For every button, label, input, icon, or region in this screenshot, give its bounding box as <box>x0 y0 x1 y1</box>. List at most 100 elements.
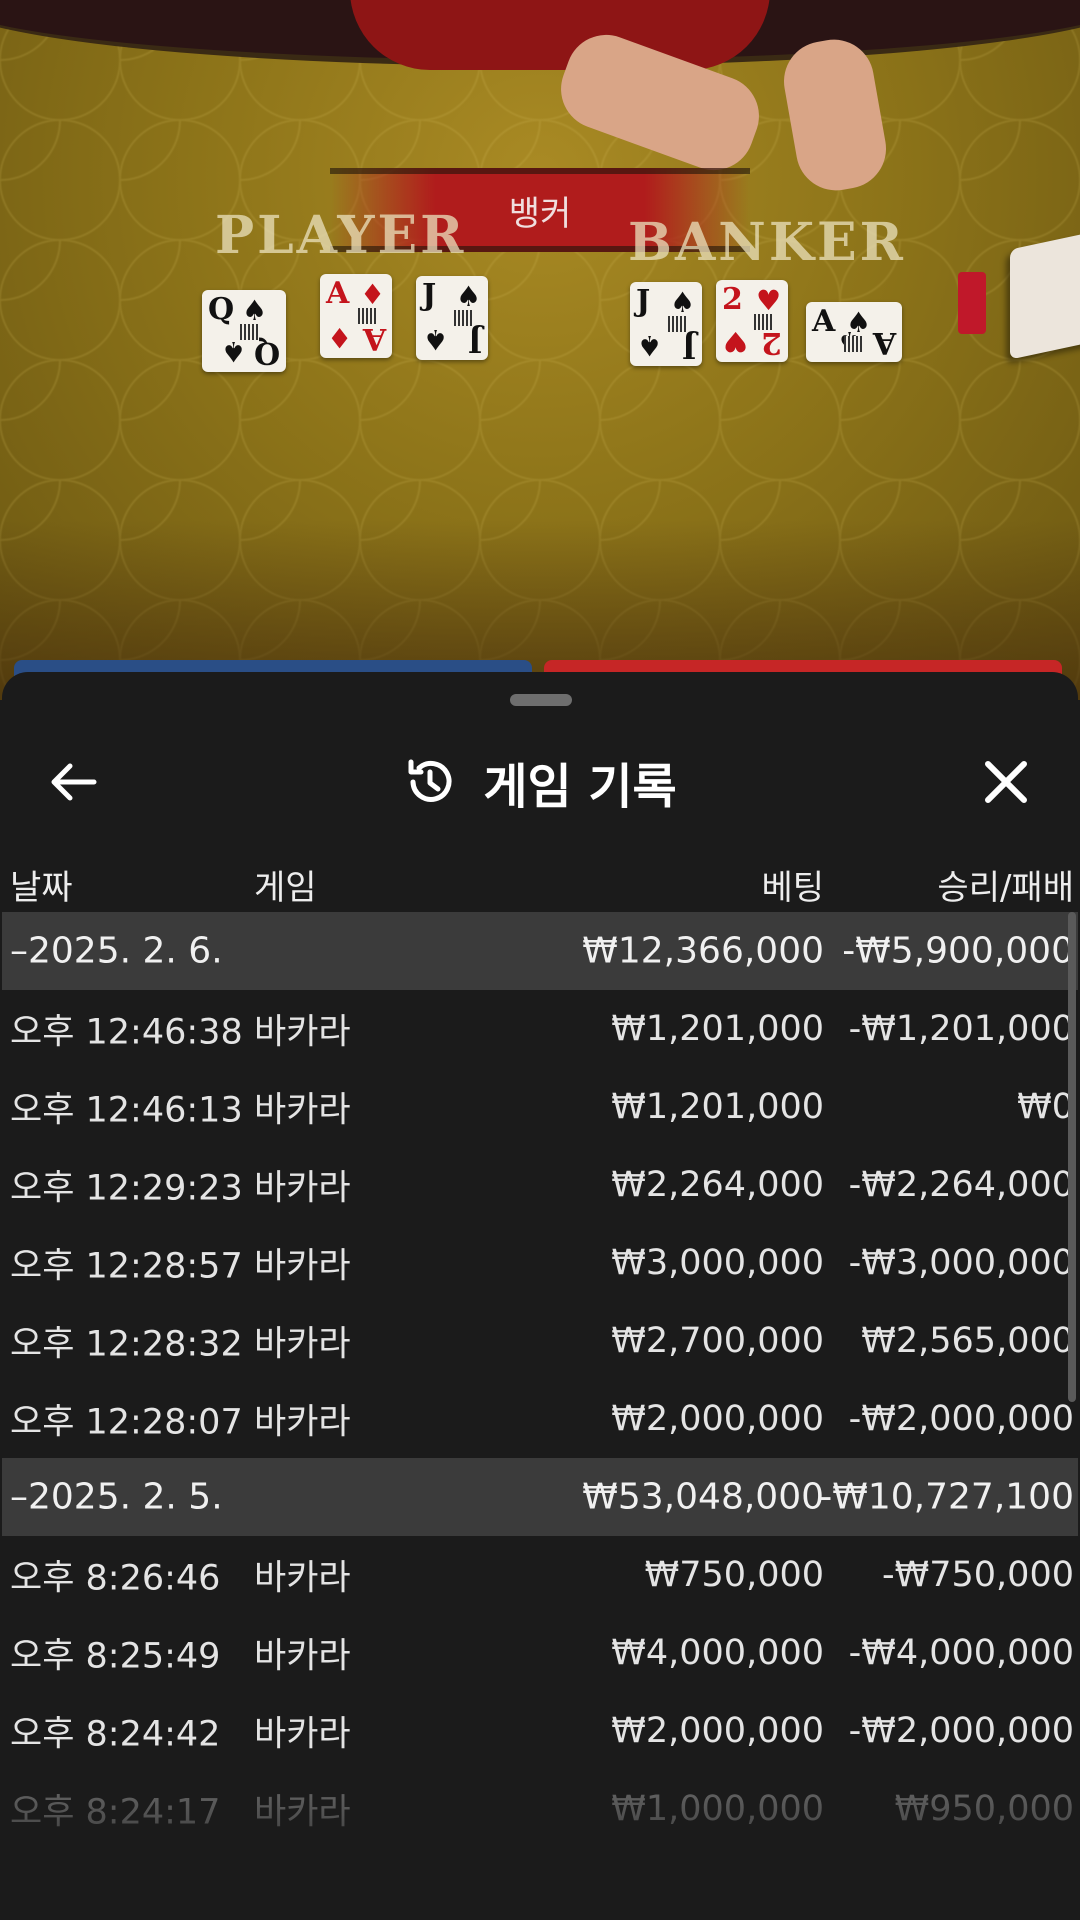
table-row[interactable]: 오후 8:25:49 바카라 ₩4,000,000 -₩4,000,000 <box>2 1614 1078 1692</box>
card-suit: ♦ <box>326 321 352 354</box>
row-game: 바카라 <box>254 1402 351 1443</box>
banker-card-1: J ♠ J ♠ <box>630 282 702 366</box>
table-row[interactable]: 오후 12:46:38 바카라 ₩1,201,000 -₩1,201,000 <box>2 990 1078 1068</box>
history-list[interactable]: –2025. 2. 6. ₩12,366,000 -₩5,900,000 오후 12:… <box>2 912 1078 1848</box>
row-bet: ₩4,000,000 <box>611 1633 824 1673</box>
column-header-date: 날짜 <box>10 868 73 908</box>
card-rank: J <box>422 278 437 313</box>
card-shoe-marker <box>958 272 986 334</box>
history-clock-icon <box>408 759 452 802</box>
table-column-headers: 날짜 게임 베팅 승리/패배 <box>2 860 1078 912</box>
table-row[interactable]: 오후 12:28:07 바카라 ₩2,000,000 -₩2,000,000 <box>2 1380 1078 1458</box>
row-bet: ₩2,000,000 <box>611 1399 824 1439</box>
row-bet: ₩2,000,000 <box>611 1711 824 1751</box>
group-date: –2025. 2. 6. <box>10 930 223 972</box>
row-time: 오후 12:29:23 <box>10 1168 243 1209</box>
card-suit: ♠ <box>636 329 662 362</box>
row-time: 오후 12:28:07 <box>10 1402 243 1443</box>
table-row[interactable]: 오후 12:28:32 바카라 ₩2,700,000 ₩2,565,000 <box>2 1302 1078 1380</box>
card-shoe <box>1010 230 1080 360</box>
player-card-1: Q ♠ Q ♠ <box>202 290 286 372</box>
banker-label: BANKER <box>628 212 906 273</box>
winner-banner-text: 뱅커 <box>508 193 572 234</box>
card-rank: Q <box>253 335 280 370</box>
card-rank: A <box>326 276 350 311</box>
row-result: -₩2,000,000 <box>848 1399 1074 1439</box>
group-result-total: -₩10,727,100 <box>819 1476 1074 1518</box>
dealer <box>350 0 770 70</box>
card-suit: ♠ <box>670 286 696 319</box>
group-bet-total: ₩53,048,000 <box>582 1476 824 1518</box>
group-result-total: -₩5,900,000 <box>842 930 1074 972</box>
row-time: 오후 12:46:38 <box>10 1012 243 1053</box>
sheet-header: 게임 기록 <box>2 732 1078 832</box>
card-suit: ♥ <box>722 325 748 358</box>
card-barcode <box>668 316 686 332</box>
table-row[interactable]: 오후 12:29:23 바카라 ₩2,264,000 -₩2,264,000 <box>2 1146 1078 1224</box>
row-game: 바카라 <box>254 1012 351 1053</box>
card-rank: J <box>467 323 482 358</box>
row-game: 바카라 <box>254 1168 351 1209</box>
row-bet: ₩2,700,000 <box>611 1321 824 1361</box>
banker-card-3: A♠A♠ <box>806 302 902 362</box>
row-time: 오후 12:46:13 <box>10 1090 243 1131</box>
group-date: –2025. 2. 5. <box>10 1476 223 1518</box>
player-card-2: A ♦ A ♦ <box>320 274 392 358</box>
card-barcode <box>240 324 258 340</box>
column-header-bet: 베팅 <box>761 868 824 908</box>
close-button[interactable] <box>974 750 1038 814</box>
row-bet: ₩1,201,000 <box>611 1009 824 1049</box>
close-icon <box>985 761 1027 803</box>
column-header-result: 승리/패배 <box>937 868 1074 908</box>
table-row[interactable]: 오후 12:46:13 바카라 ₩1,201,000 ₩0 <box>2 1068 1078 1146</box>
row-bet: ₩1,201,000 <box>611 1087 824 1127</box>
card-rank: 2 <box>722 282 743 317</box>
row-game: 바카라 <box>254 1324 351 1365</box>
row-result: -₩4,000,000 <box>848 1633 1074 1673</box>
row-time: 오후 8:26:46 <box>10 1558 221 1599</box>
player-label: PLAYER <box>215 205 467 266</box>
row-game: 바카라 <box>254 1246 351 1287</box>
group-bet-total: ₩12,366,000 <box>582 930 824 972</box>
sheet-title-group: 게임 기록 <box>2 750 1078 815</box>
banker-card-2: 2 ♥ 2 ♥ <box>716 280 788 362</box>
card-rank: A <box>812 304 836 339</box>
row-game: 바카라 <box>254 1714 351 1755</box>
card-barcode <box>844 336 862 352</box>
card-rank: Q <box>208 292 235 327</box>
row-time: 오후 12:28:57 <box>10 1246 243 1287</box>
date-group-row[interactable]: –2025. 2. 5. ₩53,048,000 -₩10,727,100 <box>2 1458 1078 1536</box>
card-barcode <box>454 310 472 326</box>
scrollbar[interactable] <box>1068 912 1076 1402</box>
row-game: 바카라 <box>254 1558 351 1599</box>
column-header-game: 게임 <box>254 868 317 908</box>
card-suit: ♠ <box>422 323 448 356</box>
sheet-drag-handle[interactable] <box>510 694 572 706</box>
row-time: 오후 8:25:49 <box>10 1636 221 1677</box>
row-result: -₩3,000,000 <box>848 1243 1074 1283</box>
list-bottom-fade <box>2 1790 1078 1920</box>
table-row[interactable]: 오후 8:24:42 바카라 ₩2,000,000 -₩2,000,000 <box>2 1692 1078 1770</box>
live-table-video: 뱅커 PLAYER BANKER Q ♠ Q ♠ A ♦ A ♦ J ♠ J ♠ J ♠ J ♠ 2 ♥ 2… <box>0 0 1080 700</box>
table-row[interactable]: 오후 8:26:46 바카라 ₩750,000 -₩750,000 <box>2 1536 1078 1614</box>
card-suit: ♥ <box>756 284 782 317</box>
row-game: 바카라 <box>254 1090 351 1131</box>
card-rank: A <box>872 325 896 360</box>
row-result: -₩2,264,000 <box>848 1165 1074 1205</box>
row-result: -₩2,000,000 <box>848 1711 1074 1751</box>
card-barcode <box>754 314 772 330</box>
row-bet: ₩2,264,000 <box>611 1165 824 1205</box>
row-result: -₩1,201,000 <box>848 1009 1074 1049</box>
card-rank: J <box>636 284 651 319</box>
table-row[interactable]: 오후 12:28:57 바카라 ₩3,000,000 -₩3,000,000 <box>2 1224 1078 1302</box>
row-result: ₩0 <box>1017 1087 1074 1127</box>
card-rank: A <box>362 321 386 356</box>
sheet-title: 게임 기록 <box>483 759 677 815</box>
date-group-row[interactable]: –2025. 2. 6. ₩12,366,000 -₩5,900,000 <box>2 912 1078 990</box>
row-result: ₩2,565,000 <box>861 1321 1074 1361</box>
card-suit: ♦ <box>360 278 386 311</box>
row-time: 오후 12:28:32 <box>10 1324 243 1365</box>
card-suit: ♠ <box>242 294 268 327</box>
row-result: -₩750,000 <box>882 1555 1074 1595</box>
row-bet: ₩3,000,000 <box>611 1243 824 1283</box>
